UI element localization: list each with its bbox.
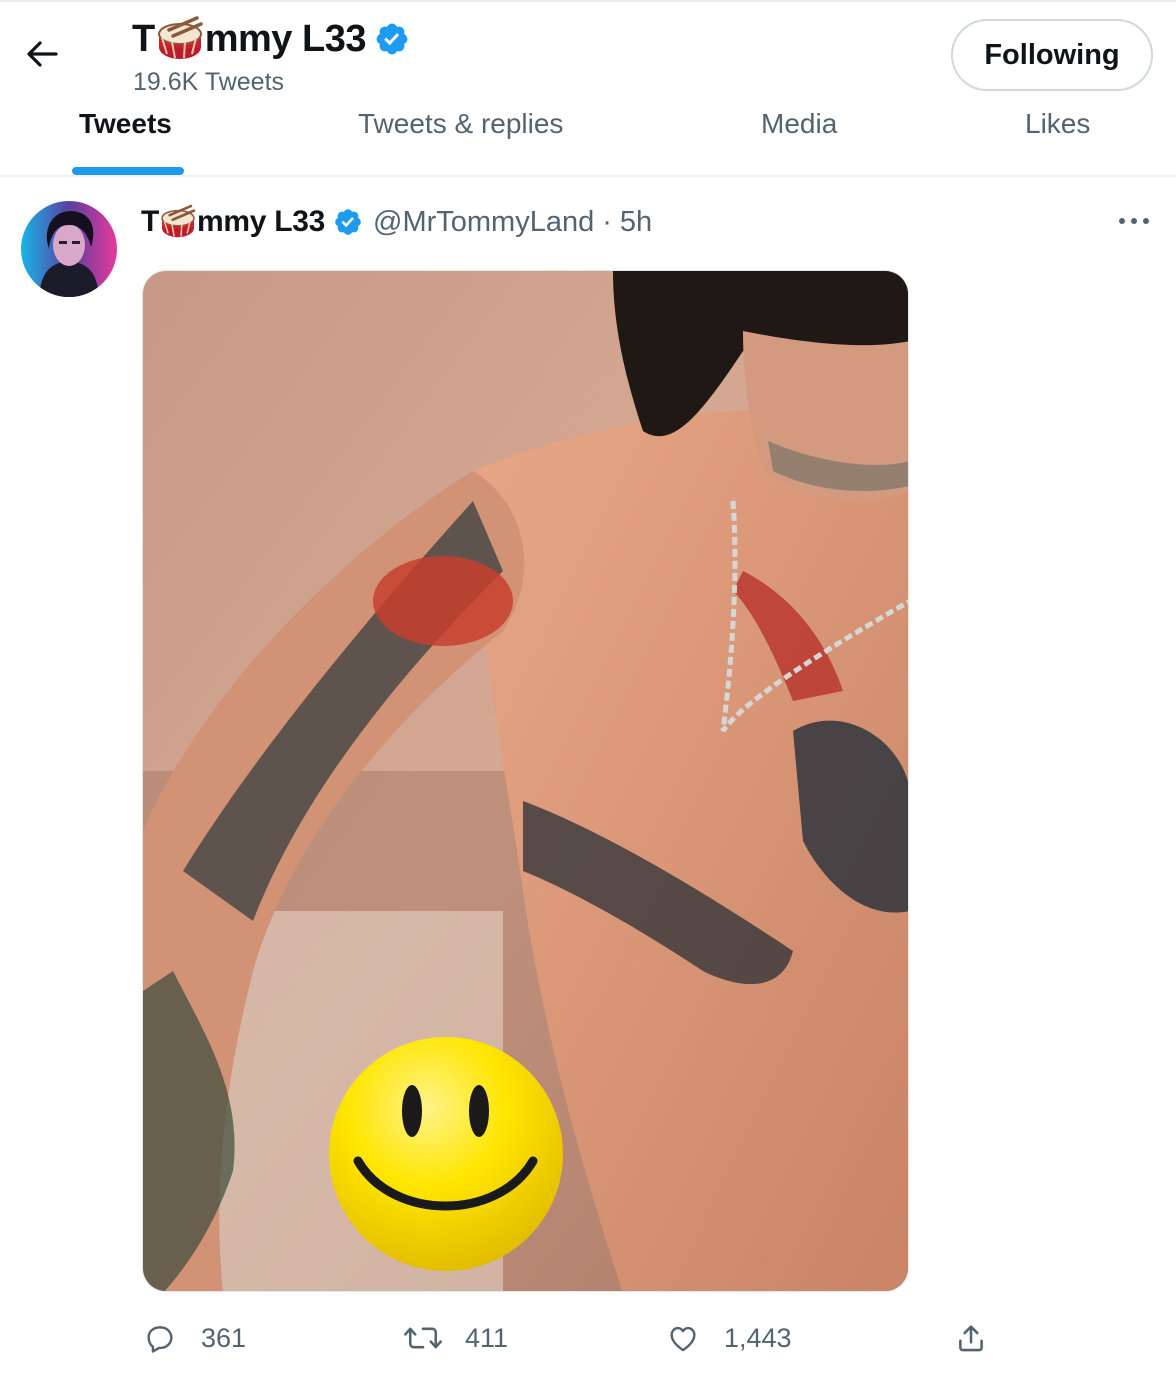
tab-tweets[interactable]: Tweets: [79, 104, 172, 144]
photo-image: [143, 271, 908, 1291]
reply-button[interactable]: 361: [143, 1316, 246, 1360]
share-icon: [959, 1325, 983, 1352]
retweet-button[interactable]: 411: [403, 1316, 508, 1360]
profile-name: T mmy L33: [132, 16, 366, 62]
drum-emoji-icon: [157, 16, 203, 59]
profile-name-prefix: T: [132, 17, 155, 60]
tab-tweets-and-replies[interactable]: Tweets & replies: [358, 104, 563, 144]
tweet-timestamp[interactable]: 5h: [620, 206, 652, 239]
tweet-author-name-suffix: mmy L33: [197, 205, 325, 238]
share-button[interactable]: [954, 1316, 988, 1360]
heart-icon: [670, 1326, 696, 1352]
tweet-author-name-prefix: T: [141, 205, 160, 238]
verified-badge-icon: [374, 21, 410, 57]
tweet-header: T mmy L33 @MrTommyLand · 5h: [141, 200, 652, 244]
profile-name-suffix: mmy L33: [204, 17, 367, 60]
retweet-icon: [404, 1327, 442, 1349]
back-button[interactable]: [22, 36, 62, 72]
header-divider: [0, 175, 1176, 177]
avatar-image: [21, 201, 117, 297]
like-count: 1,443: [724, 1322, 792, 1353]
like-button[interactable]: 1,443: [666, 1316, 792, 1360]
reply-count: 361: [201, 1322, 247, 1353]
more-options-button[interactable]: [1112, 206, 1156, 236]
retweet-count: 411: [465, 1322, 509, 1353]
following-button[interactable]: Following: [951, 19, 1153, 91]
profile-title: T mmy L33: [132, 14, 410, 64]
drum-emoji-icon: [161, 204, 196, 238]
tab-media[interactable]: Media: [761, 104, 837, 144]
tweet-handle[interactable]: @MrTommyLand: [373, 206, 594, 239]
top-border: [0, 0, 1176, 2]
active-tab-indicator: [72, 167, 184, 175]
reply-icon: [147, 1326, 173, 1353]
avatar[interactable]: [21, 201, 117, 297]
tweet-photo[interactable]: [142, 270, 909, 1292]
tweet-author-name[interactable]: T mmy L33: [141, 204, 325, 240]
back-arrow-icon: [27, 41, 58, 67]
tweet-separator: ·: [602, 205, 612, 238]
tweet-count: 19.6K Tweets: [133, 68, 285, 96]
more-dots-icon: [1119, 218, 1149, 224]
verified-badge-icon: [333, 207, 363, 237]
tab-likes[interactable]: Likes: [1025, 104, 1090, 144]
